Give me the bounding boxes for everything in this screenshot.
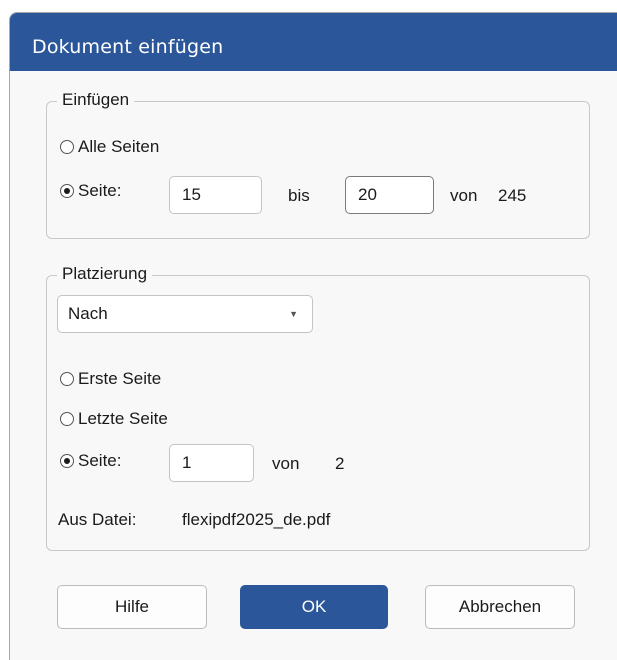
title-bar[interactable]: Dokument einfügen <box>10 13 617 71</box>
radio-placement-page-label: Seite: <box>78 451 122 470</box>
placement-total-pages: 2 <box>335 454 345 473</box>
radio-all-pages[interactable]: Alle Seiten <box>60 137 159 157</box>
insert-group: Einfügen <box>46 90 590 239</box>
total-pages: 245 <box>498 186 527 205</box>
insert-group-legend: Einfügen <box>57 90 135 110</box>
from-page-input[interactable]: 15 <box>169 176 262 214</box>
position-select-value: Nach <box>68 304 108 323</box>
source-file-name: flexipdf2025_de.pdf <box>182 510 331 529</box>
to-page-value: 20 <box>358 185 377 204</box>
insert-document-dialog: Dokument einfügen Einfügen Alle Seiten S… <box>9 12 617 660</box>
radio-all-pages-button[interactable] <box>60 140 74 154</box>
radio-page-range[interactable]: Seite: <box>60 181 121 201</box>
radio-first-page[interactable]: Erste Seite <box>60 369 161 389</box>
placement-of-label: von <box>272 454 300 473</box>
radio-page-range-button[interactable] <box>60 184 74 198</box>
radio-all-pages-label: Alle Seiten <box>78 137 160 156</box>
radio-last-page[interactable]: Letzte Seite <box>60 409 168 429</box>
of-label: von <box>450 186 478 205</box>
radio-first-page-button[interactable] <box>60 372 74 386</box>
chevron-down-icon: ▼ <box>289 309 298 319</box>
placement-page-value: 1 <box>182 453 192 472</box>
dialog-title: Dokument einfügen <box>32 36 224 58</box>
position-select[interactable]: Nach ▼ <box>57 295 313 333</box>
radio-page-range-label: Seite: <box>78 181 122 200</box>
radio-first-page-label: Erste Seite <box>78 369 162 388</box>
radio-placement-page-button[interactable] <box>60 454 74 468</box>
to-page-input[interactable]: 20 <box>345 176 434 214</box>
to-label: bis <box>288 186 310 205</box>
help-button[interactable]: Hilfe <box>57 585 207 629</box>
placement-group-legend: Platzierung <box>57 264 153 284</box>
placement-page-input[interactable]: 1 <box>169 444 254 482</box>
from-page-value: 15 <box>182 185 201 204</box>
ok-button[interactable]: OK <box>240 585 388 629</box>
cancel-button[interactable]: Abbrechen <box>425 585 575 629</box>
radio-placement-page[interactable]: Seite: <box>60 451 121 471</box>
source-file-label: Aus Datei: <box>58 510 137 529</box>
radio-last-page-button[interactable] <box>60 412 74 426</box>
radio-last-page-label: Letzte Seite <box>78 409 168 428</box>
